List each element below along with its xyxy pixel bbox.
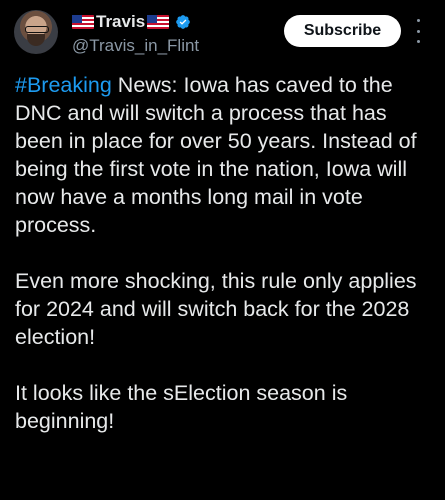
more-dot — [416, 40, 420, 43]
avatar[interactable] — [14, 10, 58, 54]
more-vertical-icon[interactable] — [414, 19, 422, 43]
avatar-glasses — [25, 26, 49, 33]
subscribe-button[interactable]: Subscribe — [284, 15, 401, 47]
us-flag-icon — [147, 15, 170, 29]
author-handle[interactable]: @Travis_in_Flint — [72, 36, 199, 56]
tweet-paragraph-2: Even more shocking, this rule only appli… — [15, 269, 417, 349]
us-flag-icon — [72, 15, 94, 29]
avatar-beard — [27, 34, 45, 46]
hashtag-link[interactable]: #Breaking — [15, 73, 112, 97]
tweet-text: #Breaking News: Iowa has caved to the DN… — [15, 71, 440, 435]
tweet-header: Travis @Travis_in_Flint Subscribe — [0, 0, 445, 64]
more-dot — [416, 29, 420, 33]
verified-badge-icon — [176, 15, 190, 29]
more-dot — [416, 19, 420, 22]
tweet-paragraph-1: #Breaking News: Iowa has caved to the DN… — [15, 71, 440, 239]
author-display-name[interactable]: Travis — [96, 12, 145, 32]
tweet-paragraph-1-text: News: Iowa has caved to the DNC and will… — [15, 73, 417, 237]
author-name-row[interactable]: Travis — [72, 11, 191, 33]
tweet-paragraph-3: It looks like the sElection season is be… — [15, 381, 348, 433]
